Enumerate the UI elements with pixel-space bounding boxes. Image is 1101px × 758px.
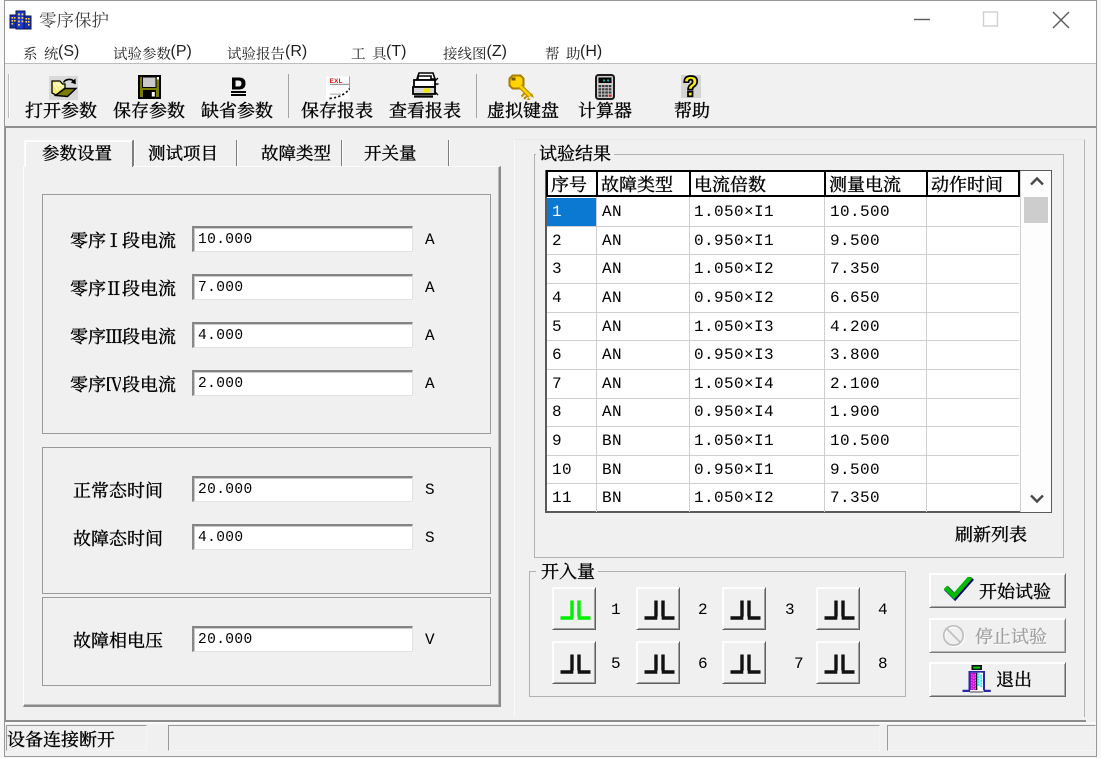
svg-text:EXL: EXL <box>330 78 343 85</box>
